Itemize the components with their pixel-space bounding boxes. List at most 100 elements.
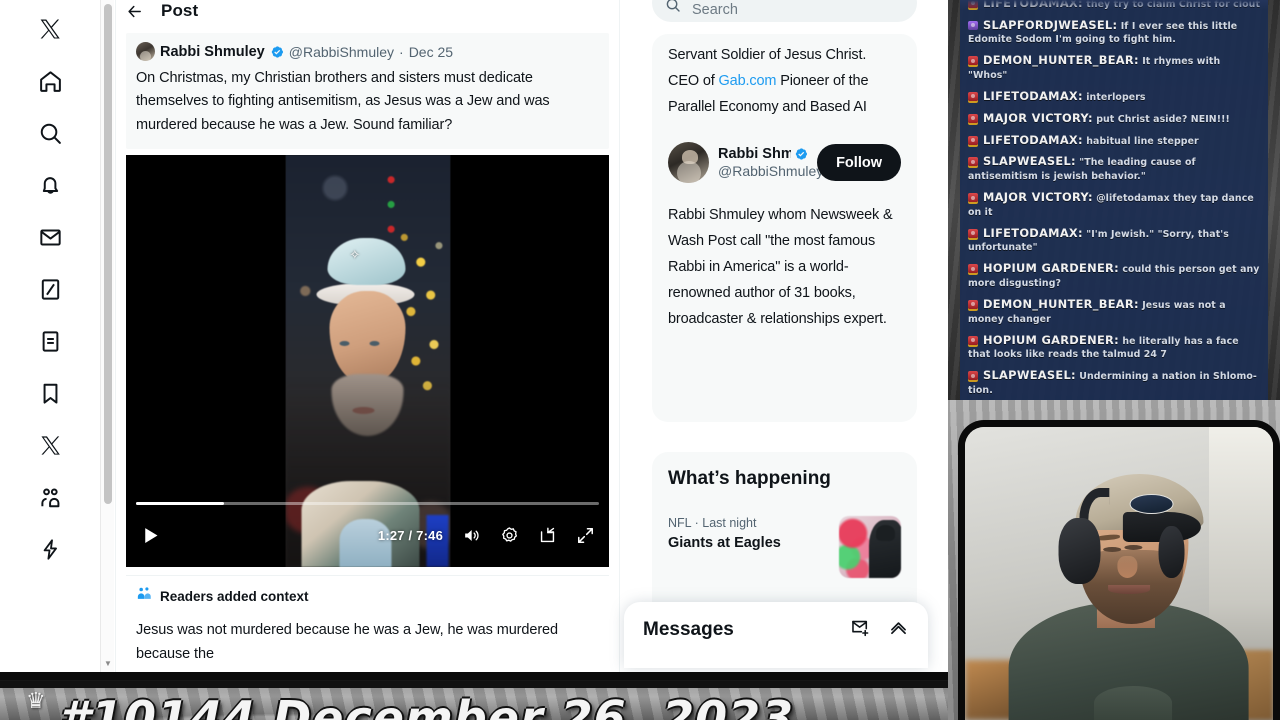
moderator-badge-icon xyxy=(968,113,978,123)
streamer-eye-left xyxy=(1103,547,1122,552)
video-subject-hat xyxy=(327,237,406,285)
moderator-badge-icon xyxy=(968,264,978,274)
streamer-eye-right xyxy=(1124,545,1143,550)
chat-message: MAJOR VICTORY: @lifetodamax they tap dan… xyxy=(966,187,1262,223)
messages-dock[interactable]: Messages xyxy=(624,602,928,668)
fullscreen-button[interactable] xyxy=(576,526,595,545)
post-body-text: On Christmas, my Christian brothers and … xyxy=(136,70,550,133)
moderator-badge-icon xyxy=(968,299,978,309)
picture-in-picture-button[interactable] xyxy=(538,526,557,545)
follow-button[interactable]: Follow xyxy=(817,144,901,182)
list-icon[interactable] xyxy=(24,315,76,367)
main-content-column: Post Rabbi Shmuley @RabbiShmuley · Dec 2… xyxy=(115,0,620,672)
chat-message-text: put Christ aside? NEIN!!! xyxy=(1092,113,1230,125)
home-icon[interactable] xyxy=(24,55,76,107)
bell-icon[interactable] xyxy=(24,159,76,211)
post-author-handle[interactable]: @RabbiShmuley xyxy=(289,44,394,60)
community-note-header: Readers added context xyxy=(136,585,599,607)
gab-com-link[interactable]: Gab.com xyxy=(719,73,777,89)
chat-message: LIFETODAMAX: habitual line stepper xyxy=(966,129,1262,151)
video-progress-bar[interactable] xyxy=(136,502,599,506)
chat-username[interactable]: SLAPWEASEL: xyxy=(983,154,1076,168)
chat-username[interactable]: LIFETODAMAX: xyxy=(983,133,1083,147)
settings-gear-icon[interactable] xyxy=(500,526,519,545)
x-logo-icon[interactable] xyxy=(24,3,76,55)
trend-text-group: NFL · Last night Giants at Eagles xyxy=(668,516,839,551)
profile-bio-bottom: Rabbi Shmuley whom Newsweek & Wash Post … xyxy=(668,207,893,327)
grok-icon[interactable] xyxy=(24,263,76,315)
page-title: Post xyxy=(161,1,199,20)
post-date[interactable]: Dec 25 xyxy=(409,44,453,60)
post-header-bar: Post xyxy=(116,0,619,22)
chat-username[interactable]: MAJOR VICTORY: xyxy=(983,190,1093,204)
mouse-cursor-icon: ✧ xyxy=(349,247,361,263)
x-premium-icon[interactable] xyxy=(24,419,76,471)
chat-username[interactable]: DEMON_HUNTER_BEAR: xyxy=(983,53,1139,67)
verified-badge-icon xyxy=(270,45,284,59)
browser-page: ▼ Post Rabbi Shmuley @RabbiShmuley · Dec… xyxy=(0,0,948,672)
stream-chat-overlay: LIFETODAMAX: they try to claim Christ fo… xyxy=(948,0,1280,405)
profile-display-name[interactable]: Rabbi Shmul xyxy=(718,146,791,162)
right-sidebar: Search Servant Soldier of Jesus Christ. … xyxy=(640,0,948,672)
chat-message: HOPIUM GARDENER: he literally has a face… xyxy=(966,329,1262,365)
video-time-display: 1:27 / 7:46 xyxy=(377,527,443,543)
profile-suggestion-card: Servant Soldier of Jesus Christ. CEO of … xyxy=(652,34,917,422)
trend-list-item[interactable]: NFL · Last night Giants at Eagles xyxy=(668,516,901,578)
profile-row: Rabbi Shmul @RabbiShmuley Follow xyxy=(668,142,901,184)
play-button[interactable] xyxy=(140,525,161,546)
streamer-collar xyxy=(1094,686,1173,720)
chat-username[interactable]: LIFETODAMAX: xyxy=(983,226,1083,240)
scrollbar-down-arrow-icon[interactable]: ▼ xyxy=(101,660,115,668)
video-controls-right-group: 1:27 / 7:46 xyxy=(378,526,595,545)
webcam-region xyxy=(948,400,1280,720)
chat-username[interactable]: DEMON_HUNTER_BEAR: xyxy=(983,297,1139,311)
video-controls-bar: 1:27 / 7:46 xyxy=(126,519,609,551)
ford-logo-icon xyxy=(1129,494,1174,514)
streamer-headphone-cup-left xyxy=(1058,518,1101,584)
envelope-icon[interactable] xyxy=(24,211,76,263)
trend-thumbnail xyxy=(839,516,901,578)
video-player[interactable]: ✧ 1:27 / 7:46 xyxy=(126,155,609,568)
search-input[interactable]: Search xyxy=(652,0,917,22)
bookmark-icon[interactable] xyxy=(24,367,76,419)
verified-badge-icon xyxy=(794,147,808,161)
banner-title-text: #10144 December 26, 2023 xyxy=(58,691,795,720)
mute-button[interactable] xyxy=(462,526,481,545)
streamer-mouth xyxy=(1108,585,1151,594)
chat-top-fade xyxy=(960,0,1268,10)
author-avatar[interactable] xyxy=(136,42,155,61)
chat-username[interactable]: SLAPFORDJWEASEL: xyxy=(983,18,1117,32)
chat-username[interactable]: MAJOR VICTORY: xyxy=(983,111,1093,125)
chat-username[interactable]: HOPIUM GARDENER: xyxy=(983,333,1119,347)
profile-avatar[interactable] xyxy=(668,142,709,184)
messages-actions xyxy=(850,617,909,643)
chat-message: DEMON_HUNTER_BEAR: Jesus was not a money… xyxy=(966,293,1262,329)
chat-message-text: habitual line stepper xyxy=(1082,135,1199,147)
streamer-nose xyxy=(1117,556,1138,578)
subscriber-badge-icon xyxy=(968,20,978,30)
whats-happening-title: What’s happening xyxy=(668,468,831,489)
new-message-icon[interactable] xyxy=(850,617,871,643)
banner-top-rule xyxy=(0,681,948,688)
chat-username[interactable]: LIFETODAMAX: xyxy=(983,89,1083,103)
moderator-badge-icon xyxy=(968,371,978,381)
page-scrollbar-thumb[interactable] xyxy=(104,4,112,504)
moderator-badge-icon xyxy=(968,56,978,66)
search-icon[interactable] xyxy=(24,107,76,159)
video-progress-fill xyxy=(136,502,224,506)
post-card: Rabbi Shmuley @RabbiShmuley · Dec 25 On … xyxy=(126,33,609,150)
moderator-badge-icon xyxy=(968,193,978,203)
profile-handle[interactable]: @RabbiShmuley xyxy=(718,163,823,179)
chat-username[interactable]: HOPIUM GARDENER: xyxy=(983,261,1119,275)
chat-panel[interactable]: LIFETODAMAX: they try to claim Christ fo… xyxy=(960,0,1268,402)
verified-orgs-icon[interactable] xyxy=(24,523,76,575)
expand-chevron-icon[interactable] xyxy=(888,617,909,643)
profile-bio-top: Servant Soldier of Jesus Christ. CEO of … xyxy=(668,43,901,120)
moderator-badge-icon xyxy=(968,157,978,167)
post-author-name[interactable]: Rabbi Shmuley xyxy=(160,44,265,60)
back-arrow-icon[interactable] xyxy=(126,3,143,20)
community-note-title: Readers added context xyxy=(160,588,309,604)
page-scrollbar[interactable]: ▼ xyxy=(100,0,114,672)
communities-icon[interactable] xyxy=(24,471,76,523)
chat-username[interactable]: SLAPWEASEL: xyxy=(983,368,1076,382)
